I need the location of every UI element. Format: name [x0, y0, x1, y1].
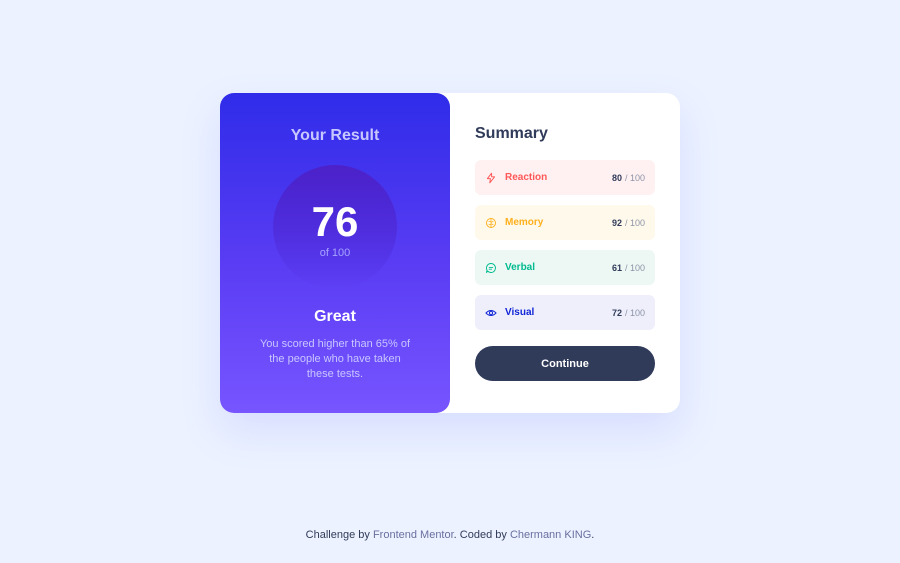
- eye-icon: [485, 307, 497, 319]
- score-circle: 76 of 100: [273, 165, 397, 289]
- result-title: Your Result: [290, 127, 380, 144]
- continue-button[interactable]: Continue: [475, 346, 655, 381]
- summary-item-label: Reaction: [505, 172, 548, 183]
- results-card: Your Result 76 of 100 Great You scored h…: [220, 93, 680, 413]
- lightning-icon: [485, 172, 497, 184]
- score-value: 76: [311, 198, 359, 245]
- summary-item-label: Visual: [505, 307, 535, 318]
- summary-item-score: 61: [611, 262, 622, 273]
- footer-suffix: .: [591, 529, 595, 541]
- footer-prefix: Challenge by: [305, 529, 373, 541]
- summary-title: Summary: [475, 125, 548, 142]
- summary-item-reaction: Reaction 80 / 100: [475, 160, 655, 195]
- summary-item-verbal: Verbal 61 / 100: [475, 250, 655, 285]
- summary-panel: Summary Reaction 80 / 100 Memory 92 / 10…: [450, 93, 680, 413]
- attribution-footer: Challenge by Frontend Mentor. Coded by C…: [0, 529, 900, 541]
- summary-item-score: 80: [611, 172, 622, 183]
- summary-item-max: / 100: [624, 262, 645, 273]
- frontend-mentor-link[interactable]: Frontend Mentor: [373, 529, 454, 541]
- result-panel: Your Result 76 of 100 Great You scored h…: [220, 93, 450, 413]
- summary-item-visual: Visual 72 / 100: [475, 295, 655, 330]
- brain-icon: [485, 217, 497, 229]
- summary-item-max: / 100: [624, 172, 645, 183]
- summary-item-label: Verbal: [505, 262, 536, 273]
- chat-icon: [485, 262, 497, 274]
- summary-item-score: 72: [611, 307, 622, 318]
- rating-description: You scored higher than 65% of the people…: [259, 338, 411, 380]
- footer-middle: . Coded by: [453, 529, 510, 541]
- summary-item-score: 92: [611, 217, 622, 228]
- summary-item-max: / 100: [624, 307, 645, 318]
- summary-item-memory: Memory 92 / 100: [475, 205, 655, 240]
- summary-item-max: / 100: [624, 217, 645, 228]
- rating-title: Great: [314, 308, 356, 325]
- score-of: of 100: [319, 247, 351, 259]
- summary-item-label: Memory: [505, 217, 544, 228]
- author-link[interactable]: Chermann KING: [510, 529, 591, 541]
